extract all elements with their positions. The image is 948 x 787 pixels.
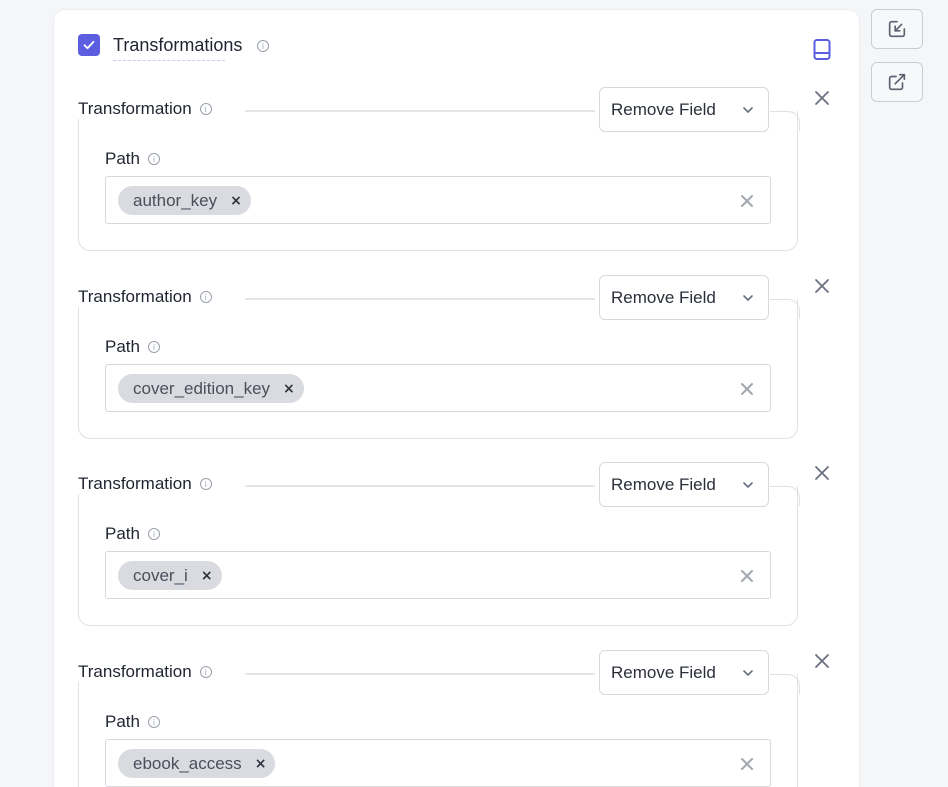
transformation-block: Transformation i Remove Field Path i cov… [78,275,829,439]
path-label: Path i [105,149,160,169]
info-icon[interactable]: i [147,153,160,165]
transformation-label-text: Transformation [78,662,192,681]
title-underline [113,60,225,61]
transformations-checkbox[interactable] [78,34,100,56]
info-icon[interactable]: i [147,716,160,728]
path-input[interactable]: cover_i × [105,551,771,599]
path-tag-text: ebook_access [133,753,242,773]
transformation-divider [245,485,595,487]
path-label: Path i [105,337,160,357]
path-label-text: Path [105,524,140,543]
path-tag-text: author_key [133,190,218,210]
transformation-divider [245,298,595,300]
transformation-type-select[interactable]: Remove Field [599,462,769,507]
clear-icon[interactable] [740,382,754,396]
transformation-type-select[interactable]: Remove Field [599,650,769,695]
close-icon[interactable] [814,653,830,669]
path-label-text: Path [105,712,140,731]
path-tag: ebook_access × [118,749,276,778]
path-input[interactable]: author_key × [105,176,771,224]
open-external-button[interactable] [871,62,923,102]
info-icon[interactable]: i [199,478,212,490]
path-label-text: Path [105,337,140,356]
transformation-label-text: Transformation [78,474,192,493]
transformation-block: Transformation i Remove Field Path i aut… [78,87,829,251]
transformation-label: Transformation i [78,474,218,494]
remove-tag-icon[interactable]: × [230,193,242,209]
transformation-frame-corner [769,299,800,319]
path-tag: cover_edition_key × [118,374,304,403]
book-icon[interactable] [812,38,832,62]
remove-tag-icon[interactable]: × [283,381,295,397]
edit-button[interactable] [871,9,923,49]
clear-icon[interactable] [740,757,754,771]
transformation-frame-corner [769,486,800,506]
info-icon[interactable]: i [199,666,212,678]
transformation-frame-corner [769,674,800,694]
info-icon[interactable]: i [257,40,269,52]
clear-icon[interactable] [740,194,754,208]
transformation-label: Transformation i [78,662,218,682]
info-icon[interactable]: i [199,103,212,115]
path-input[interactable]: ebook_access × [105,739,771,787]
external-link-icon [888,73,906,91]
transformation-type-select[interactable]: Remove Field [599,87,769,132]
chevron-down-icon [743,669,753,676]
close-icon[interactable] [814,90,830,106]
close-icon[interactable] [814,465,830,481]
path-input[interactable]: cover_edition_key × [105,364,771,412]
transformation-label: Transformation i [78,99,218,119]
check-icon [83,40,95,50]
transformation-divider [245,110,595,112]
transformation-frame-corner [769,111,800,131]
info-icon[interactable]: i [147,528,160,540]
remove-tag-icon[interactable]: × [201,568,213,584]
chevron-down-icon [743,481,753,488]
transformation-type-value: Remove Field [611,287,716,307]
transformation-label-text: Transformation [78,99,192,118]
transformation-block: Transformation i Remove Field Path i cov… [78,462,829,626]
clear-icon[interactable] [740,569,754,583]
edit-square-icon [888,20,906,38]
remove-tag-icon[interactable]: × [255,756,267,772]
path-tag: cover_i × [118,561,222,590]
transformation-label: Transformation i [78,287,218,307]
path-label: Path i [105,712,160,732]
section-title: Transformations [113,35,243,55]
chevron-down-icon [743,294,753,301]
transformation-type-value: Remove Field [611,99,716,119]
transformation-type-select[interactable]: Remove Field [599,275,769,320]
transformation-divider [245,673,595,675]
chevron-down-icon [743,106,753,113]
transformation-label-text: Transformation [78,287,192,306]
close-icon[interactable] [814,278,830,294]
path-label: Path i [105,524,160,544]
transformation-type-value: Remove Field [611,474,716,494]
path-tag: author_key × [118,186,251,215]
transformation-type-value: Remove Field [611,662,716,682]
info-icon[interactable]: i [199,291,212,303]
path-tag-text: cover_i [133,565,188,585]
info-icon[interactable]: i [147,341,160,353]
path-tag-text: cover_edition_key [133,378,271,398]
transformation-block: Transformation i Remove Field Path i ebo… [78,650,829,787]
path-label-text: Path [105,149,140,168]
